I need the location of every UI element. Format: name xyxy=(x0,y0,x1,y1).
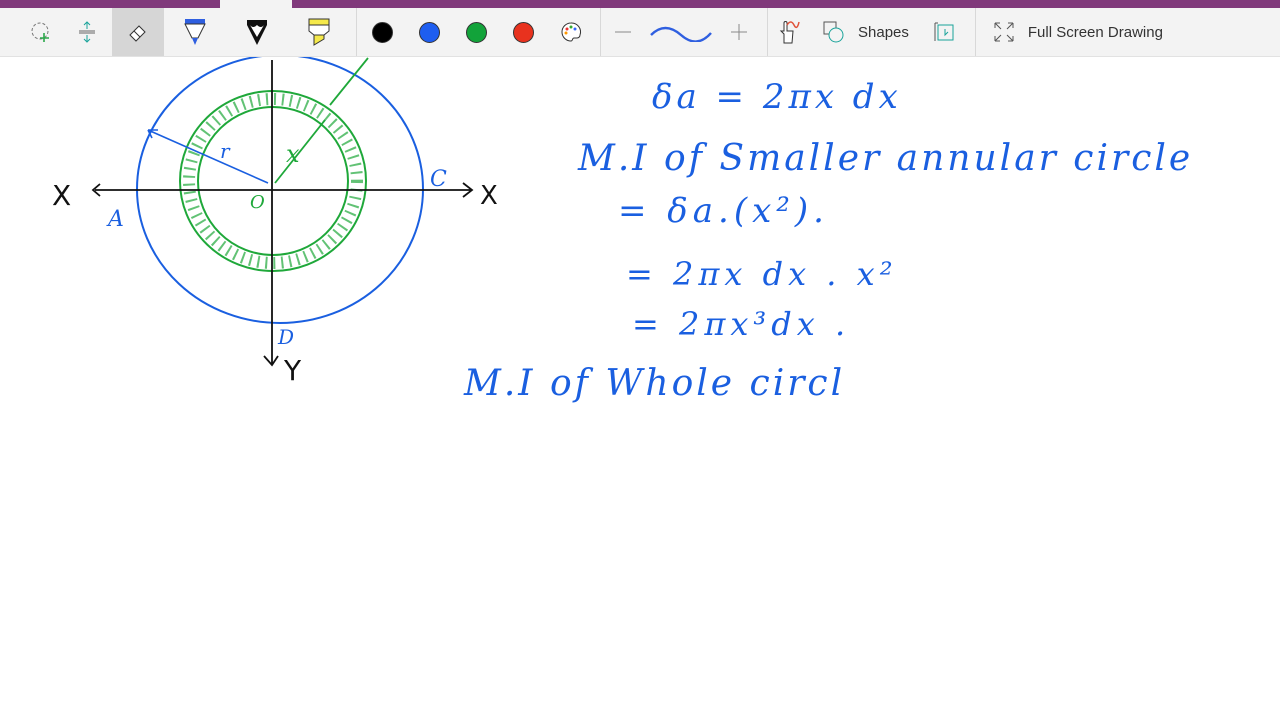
pen-icon xyxy=(184,19,206,45)
label-o: O xyxy=(250,192,265,213)
label-c: C xyxy=(430,167,447,192)
pencil-icon xyxy=(247,20,267,45)
thinner-button[interactable] xyxy=(601,8,645,56)
black-pen-button[interactable] xyxy=(226,8,288,56)
highlighter-icon xyxy=(308,18,330,46)
note-line: M.I of Whole circl xyxy=(463,363,845,404)
blue-pen-button[interactable] xyxy=(164,8,226,56)
insert-page-icon xyxy=(934,22,954,41)
note-line: = 2πx dx . x² xyxy=(626,255,898,293)
insert-space-icon xyxy=(79,21,95,43)
expand-icon xyxy=(994,22,1014,42)
annular-ring-inner xyxy=(197,106,349,256)
label-d: D xyxy=(277,325,294,349)
note-line: = 2πx³dx . xyxy=(632,305,850,343)
ink-to-shape-button[interactable] xyxy=(768,8,808,56)
annular-hatch xyxy=(183,93,363,269)
eraser-icon xyxy=(129,25,146,42)
color-black[interactable] xyxy=(359,8,406,56)
drawing-canvas[interactable]: X X Y A C D O r x δa = 2πx dx M.I of Sma… xyxy=(0,57,1280,720)
diagram: X X Y A C D O r x xyxy=(52,57,498,387)
annular-ring-outer xyxy=(179,90,367,272)
label-y: Y xyxy=(283,354,302,387)
note-line: δa = 2πx dx xyxy=(652,77,902,117)
minus-icon xyxy=(615,31,631,33)
shapes-label: Shapes xyxy=(858,23,909,41)
active-tab[interactable] xyxy=(220,0,292,8)
draw-toolbar: Shapes Full Screen Drawing xyxy=(0,8,1280,57)
lasso-select-icon xyxy=(31,22,49,42)
radius-r xyxy=(147,129,269,184)
label-x-radius: x xyxy=(286,140,300,168)
eraser-button[interactable] xyxy=(112,8,164,56)
color-blue[interactable] xyxy=(406,8,453,56)
divider xyxy=(974,8,976,56)
divider xyxy=(356,8,357,56)
shapes-button[interactable]: Shapes xyxy=(822,8,923,56)
lasso-select-button[interactable] xyxy=(20,8,62,56)
highlighter-button[interactable] xyxy=(288,8,350,56)
label-a: A xyxy=(106,207,124,232)
full-screen-drawing-button[interactable]: Full Screen Drawing xyxy=(992,8,1163,56)
title-bar xyxy=(0,0,1280,8)
label-x-right: X xyxy=(480,181,498,211)
touch-ink-icon xyxy=(779,21,800,44)
stroke-preview-icon xyxy=(650,26,712,42)
plus-icon xyxy=(731,24,747,40)
color-picker-button[interactable] xyxy=(547,8,594,56)
label-x-left: X xyxy=(52,179,71,212)
palette-icon xyxy=(561,22,581,42)
insert-space-button[interactable] xyxy=(62,8,112,56)
insert-page-button[interactable] xyxy=(923,8,967,56)
note-line: = δa.(x²). xyxy=(618,191,829,231)
y-axis xyxy=(263,60,279,367)
label-r: r xyxy=(220,139,231,163)
note-line: M.I of Smaller annular circle xyxy=(577,138,1193,179)
color-green[interactable] xyxy=(453,8,500,56)
stroke-thickness-preview xyxy=(645,8,717,56)
full-screen-label: Full Screen Drawing xyxy=(1027,23,1163,41)
shapes-icon xyxy=(823,21,844,43)
color-red[interactable] xyxy=(500,8,547,56)
x-axis xyxy=(91,182,474,198)
thicker-button[interactable] xyxy=(717,8,761,56)
handwritten-notes: δa = 2πx dx M.I of Smaller annular circl… xyxy=(463,77,1193,404)
